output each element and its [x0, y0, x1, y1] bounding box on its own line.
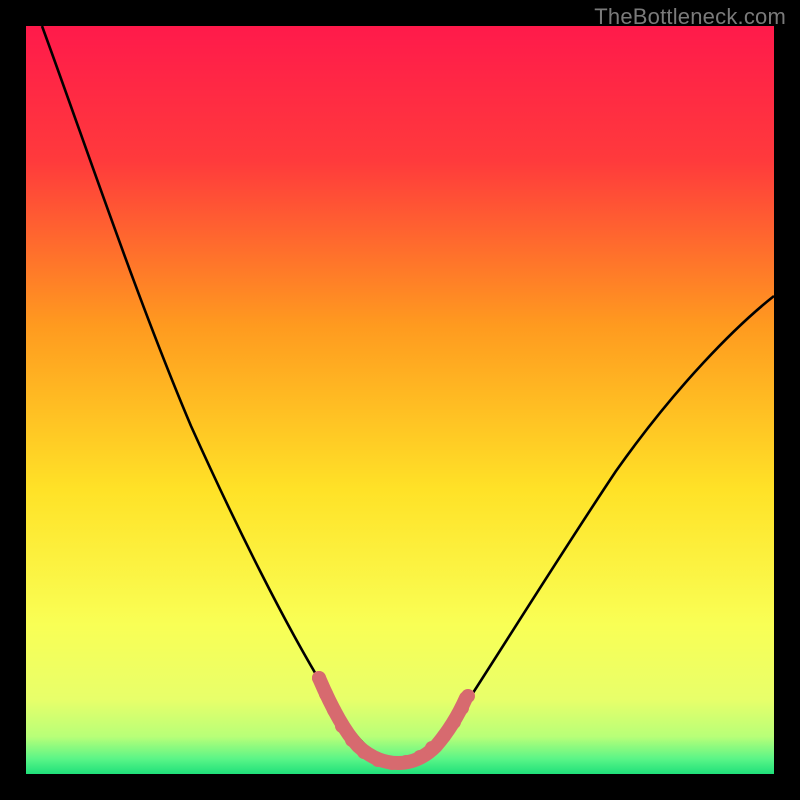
- gradient-background: [26, 26, 774, 774]
- plot-area: [26, 26, 774, 774]
- chart-frame: TheBottleneck.com: [0, 0, 800, 800]
- chart-svg: [26, 26, 774, 774]
- watermark-text: TheBottleneck.com: [594, 4, 786, 30]
